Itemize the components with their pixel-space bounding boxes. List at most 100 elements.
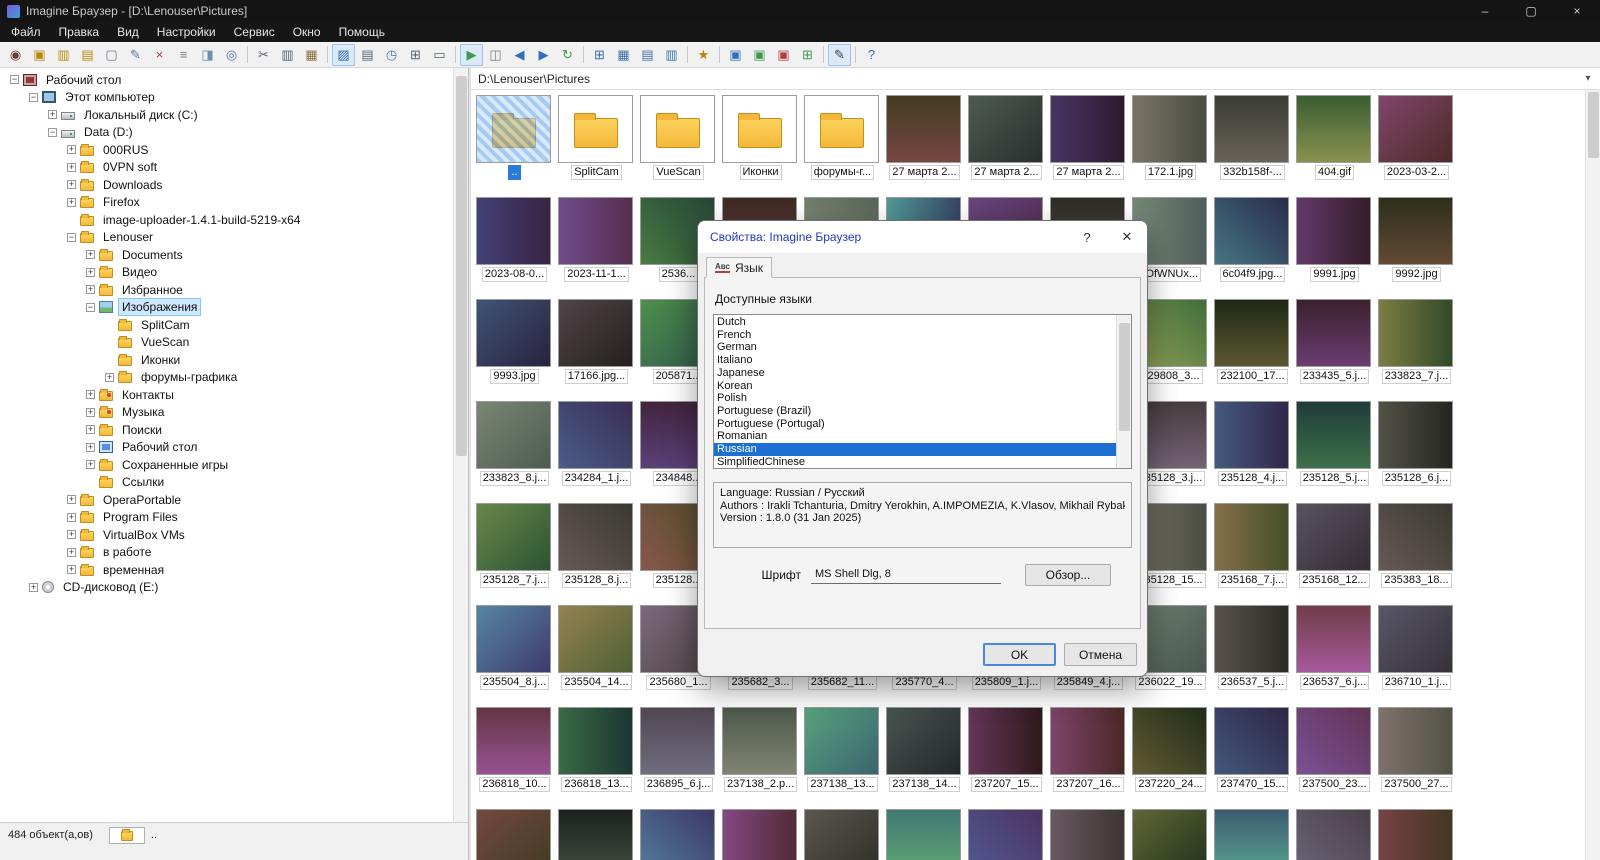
tree-item[interactable]: + Рабочий стол [0, 439, 453, 457]
thumbnail-cell[interactable] [722, 809, 799, 860]
dialog-help-button[interactable]: ? [1067, 221, 1107, 253]
language-option[interactable]: German [714, 341, 1116, 354]
view-details-button[interactable]: ▥ [660, 44, 683, 66]
forward-button[interactable]: ▶ [532, 44, 555, 66]
address-bar[interactable]: D:\Lenouser\Pictures ▾ [471, 68, 1600, 90]
tree-item[interactable]: − Рабочий стол [0, 71, 453, 89]
thumbnail-cell[interactable]: 235128_4.j... [1214, 401, 1291, 486]
thumbnail-cell[interactable]: 6c04f9.jpg... [1214, 197, 1291, 282]
thumbnail-cell[interactable]: 233435_5.j... [1296, 299, 1373, 384]
thumbnail-cell[interactable]: Иконки [722, 95, 799, 180]
back-button[interactable]: ◀ [508, 44, 531, 66]
thumbnail-cell[interactable] [1296, 809, 1373, 860]
window-mode-button[interactable]: ▭ [428, 44, 451, 66]
tree-expander[interactable]: + [67, 495, 76, 505]
thumbnail-cell[interactable]: 237207_16... [1050, 707, 1127, 792]
thumbnail-cell[interactable]: 27 марта 2... [968, 95, 1045, 180]
tree-expander[interactable]: + [86, 442, 95, 452]
tree-item[interactable]: − Lenouser [0, 229, 453, 247]
tree-item[interactable]: +0VPN soft [0, 159, 453, 177]
copy-to-folder-button[interactable]: ▥ [52, 44, 75, 66]
grid-scrollbar-thumb[interactable] [1588, 92, 1599, 158]
selected-item-chip[interactable] [108, 827, 145, 844]
tree-expander[interactable]: + [48, 110, 57, 120]
tree-scrollbar-thumb[interactable] [456, 76, 467, 456]
tree-item[interactable]: − Изображения [0, 298, 453, 317]
tree-expander[interactable]: + [86, 250, 95, 260]
tree-item[interactable]: − Этот компьютер [0, 89, 453, 107]
language-option[interactable]: Portuguese (Portugal) [714, 418, 1116, 431]
help-button[interactable]: ? [860, 44, 883, 66]
language-option[interactable]: Polish [714, 392, 1116, 405]
menu-settings[interactable]: Настройки [148, 22, 225, 42]
tree-expander[interactable]: + [86, 390, 95, 400]
tree-expander[interactable]: + [105, 372, 114, 382]
view-thumbnails-button[interactable]: ⊞ [588, 44, 611, 66]
maximize-button[interactable]: ▢ [1508, 0, 1554, 22]
upload-folder-button[interactable]: ▣ [748, 44, 771, 66]
thumbnail-cell[interactable]: 404.gif [1296, 95, 1373, 180]
tree-item[interactable]: + Поиски [0, 421, 453, 439]
thumbnail-cell[interactable]: 237500_27... [1378, 707, 1455, 792]
thumbnail-cell[interactable]: 236895_6.j... [640, 707, 717, 792]
tree-item[interactable]: + OperaPortable [0, 491, 453, 509]
tree-item[interactable]: + Downloads [0, 176, 453, 194]
thumbnail-cell[interactable] [968, 809, 1045, 860]
thumbnail-cell[interactable]: 27 марта 2... [886, 95, 963, 180]
browse-button[interactable]: Обзор... [1025, 564, 1111, 586]
thumbnail-cell[interactable]: 235168_7.j... [1214, 503, 1291, 588]
key-button[interactable]: ★ [692, 44, 715, 66]
language-option[interactable]: Japanese [714, 367, 1116, 380]
tree-item[interactable]: + VirtualBox VMs [0, 526, 453, 544]
menu-edit[interactable]: Правка [50, 22, 109, 42]
tree-item[interactable]: +000RUS [0, 141, 453, 159]
tree-expander[interactable]: + [29, 582, 38, 592]
view-list-button[interactable]: ▤ [636, 44, 659, 66]
thumbnail-cell[interactable] [886, 809, 963, 860]
thumbnail-cell[interactable] [476, 809, 553, 860]
timer-button[interactable]: ◷ [380, 44, 403, 66]
thumbnail-cell[interactable] [640, 809, 717, 860]
favorites-folder-button[interactable]: ▣ [724, 44, 747, 66]
chevron-down-icon[interactable]: ▾ [1580, 73, 1596, 84]
tree-expander[interactable]: + [86, 267, 95, 277]
thumbnail-cell[interactable]: 235128_6.j... [1378, 401, 1455, 486]
tree-item[interactable]: + Музыка [0, 404, 453, 422]
thumbnail-cell[interactable] [558, 809, 635, 860]
tree-item[interactable]: + CD-дисковод (E:) [0, 579, 453, 597]
menu-service[interactable]: Сервис [225, 22, 284, 42]
language-option[interactable]: Romanian [714, 430, 1116, 443]
thumbnail-cell[interactable]: 235383_18... [1378, 503, 1455, 588]
thumbnail-cell[interactable] [1214, 809, 1291, 860]
search-button[interactable]: ◎ [220, 44, 243, 66]
thumbnail-cell[interactable] [804, 809, 881, 860]
grid-scrollbar[interactable] [1585, 90, 1600, 860]
language-option[interactable]: French [714, 329, 1116, 342]
tree-expander[interactable]: + [67, 512, 76, 522]
tree-scrollbar[interactable] [453, 68, 468, 822]
thumbnail-cell[interactable] [1132, 809, 1209, 860]
tree-item[interactable]: VueScan [0, 334, 453, 352]
thumbnail-cell[interactable]: 2023-08-0... [476, 197, 553, 282]
thumbnail-cell[interactable]: SplitCam [558, 95, 635, 180]
convert-button[interactable]: ◫ [484, 44, 507, 66]
tree-expander[interactable]: − [10, 75, 19, 85]
dialog-close-button[interactable]: ✕ [1107, 221, 1147, 253]
language-option[interactable]: SimplifiedChinese [714, 456, 1116, 468]
batch-convert-button[interactable]: ⊞ [796, 44, 819, 66]
thumbnail-cell[interactable]: форумы-г... [804, 95, 881, 180]
thumbnail-cell[interactable]: 237138_2.p... [722, 707, 799, 792]
thumbnail-cell[interactable]: 235168_12... [1296, 503, 1373, 588]
language-option[interactable]: Portuguese (Brazil) [714, 405, 1116, 418]
tree-item[interactable]: + Program Files [0, 509, 453, 527]
tree-expander[interactable]: + [67, 145, 76, 155]
close-button[interactable]: × [1554, 0, 1600, 22]
preview-mode-button[interactable]: ▤ [356, 44, 379, 66]
tree-item[interactable]: + форумы-графика [0, 369, 453, 387]
tree-item[interactable]: SplitCam [0, 316, 453, 334]
thumbnail-cell[interactable]: 172.1.jpg [1132, 95, 1209, 180]
tree-item[interactable]: + Сохраненные игры [0, 456, 453, 474]
new-file-button[interactable]: ▢ [100, 44, 123, 66]
editor-button[interactable]: ✎ [828, 43, 851, 66]
thumbnail-cell[interactable]: 235504_8.j... [476, 605, 553, 690]
